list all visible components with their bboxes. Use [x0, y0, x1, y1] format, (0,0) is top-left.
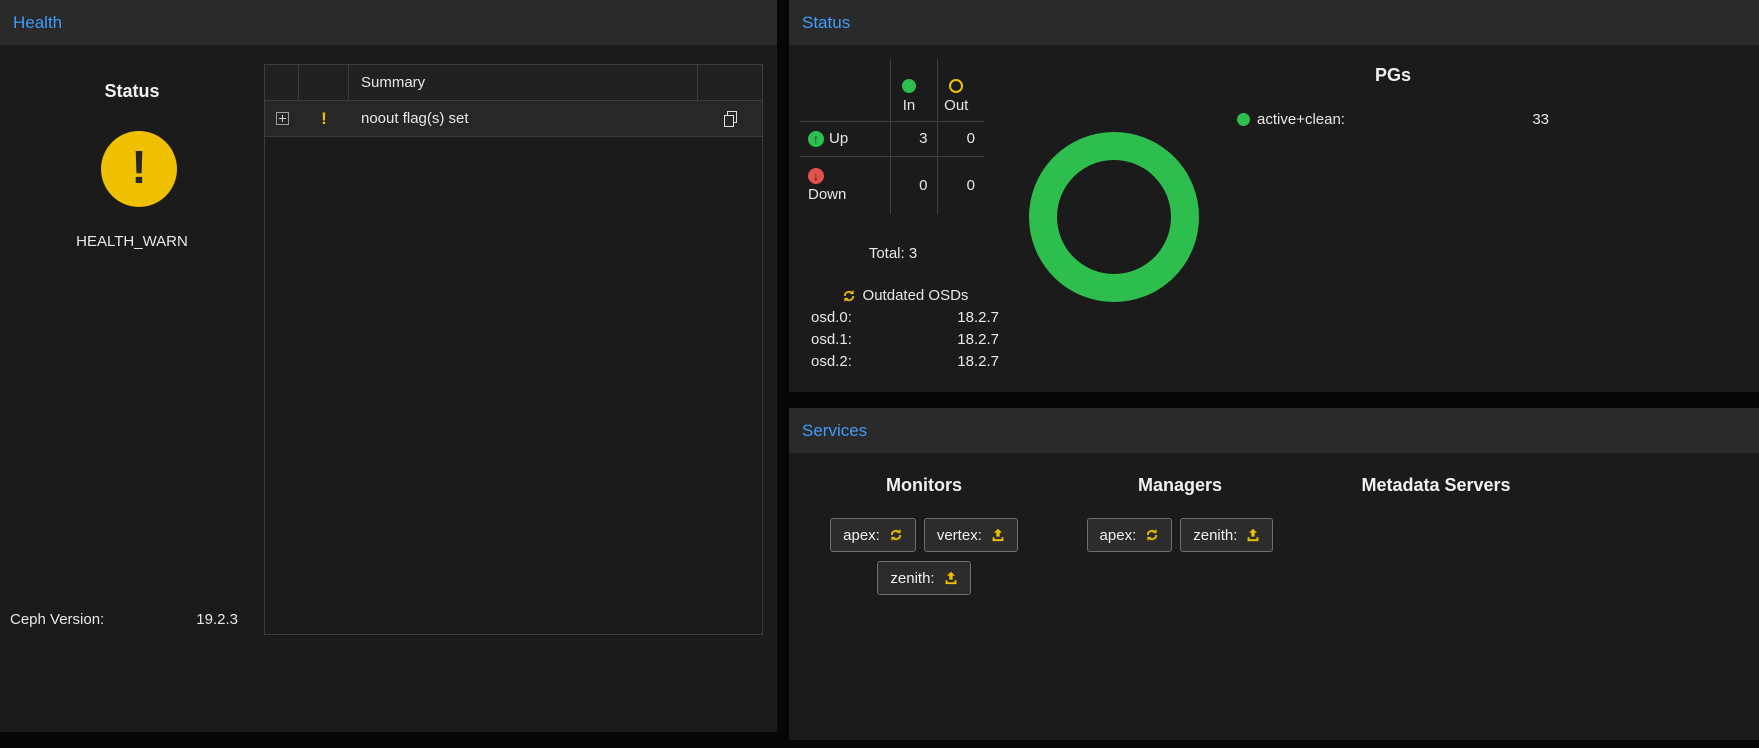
legend-label: active+clean: [1257, 111, 1345, 128]
refresh-icon [1145, 528, 1159, 542]
health-status-heading: Status [0, 81, 264, 102]
legend-value: 33 [1532, 111, 1549, 128]
health-issues-table: Summary [264, 64, 763, 635]
expand-column-header [265, 65, 299, 100]
up-arrow-icon [808, 131, 824, 147]
osd-down-out-count: 0 [937, 156, 984, 214]
refresh-icon [842, 289, 856, 303]
copy-icon [723, 111, 738, 127]
service-button-manager-apex[interactable]: apex: [1087, 518, 1173, 552]
expand-icon [276, 112, 289, 125]
osd-version: 18.2.7 [957, 351, 999, 373]
service-button-monitor-zenith[interactable]: zenith: [877, 561, 970, 595]
metadata-servers-group: Metadata Servers [1312, 475, 1560, 595]
metadata-servers-heading: Metadata Servers [1312, 475, 1560, 496]
monitors-group: Monitors apex: [800, 475, 1048, 595]
health-status-value: HEALTH_WARN [0, 233, 264, 250]
status-panel: Status In Out [789, 0, 1759, 392]
copy-button[interactable] [723, 111, 738, 127]
issue-summary-text: noout flag(s) set [349, 101, 698, 136]
outdated-osd-row: osd.0: 18.2.7 [811, 307, 999, 329]
status-panel-body: In Out Up [789, 45, 1759, 392]
services-panel-title: Services [802, 421, 867, 441]
issues-table-header: Summary [265, 65, 762, 101]
issue-row[interactable]: noout flag(s) set [265, 101, 762, 137]
matrix-corner-cell [800, 59, 890, 121]
service-button-monitor-apex[interactable]: apex: [830, 518, 916, 552]
services-panel-body: Monitors apex: [789, 453, 1759, 740]
upload-icon [944, 571, 958, 585]
health-panel-header: Health [0, 0, 777, 45]
up-row-label: Up [800, 121, 890, 156]
services-panel-header: Services [789, 408, 1759, 453]
service-name: apex: [843, 527, 880, 544]
service-button-monitor-vertex[interactable]: vertex: [924, 518, 1018, 552]
summary-column-header: Summary [349, 65, 698, 100]
service-name: zenith: [890, 570, 934, 587]
health-warning-circle-icon [101, 131, 177, 207]
upload-icon [991, 528, 1005, 542]
action-column-header [698, 65, 762, 100]
osd-name: osd.2: [811, 351, 852, 373]
ceph-version-value: 19.2.3 [196, 611, 238, 628]
severity-column-header [299, 65, 349, 100]
pgs-heading: PGs [1237, 65, 1549, 86]
status-panel-header: Status [789, 0, 1759, 45]
outdated-osd-row: osd.2: 18.2.7 [811, 351, 999, 373]
legend-dot-icon [1237, 113, 1250, 126]
health-panel: Health Status HEALTH_WARN Ceph Version: … [0, 0, 777, 732]
pgs-donut-chart [1029, 132, 1199, 302]
outdated-osd-row: osd.1: 18.2.7 [811, 329, 999, 351]
ceph-dashboard: Health Status HEALTH_WARN Ceph Version: … [0, 0, 1759, 748]
osd-version: 18.2.7 [957, 307, 999, 329]
out-ring-icon [949, 79, 963, 93]
down-row-label: Down [800, 156, 890, 214]
osd-down-in-count: 0 [890, 156, 937, 214]
osd-up-in-count: 3 [890, 121, 937, 156]
health-panel-body: Status HEALTH_WARN Ceph Version: 19.2.3 … [0, 45, 777, 732]
service-name: zenith: [1193, 527, 1237, 544]
ceph-version-row: Ceph Version: 19.2.3 [10, 611, 238, 628]
outdated-osds-block: Outdated OSDs osd.0: 18.2.7 osd.1: 18.2.… [811, 287, 999, 373]
warning-icon [321, 109, 327, 129]
managers-heading: Managers [1056, 475, 1304, 496]
service-button-manager-zenith[interactable]: zenith: [1180, 518, 1273, 552]
managers-group: Managers apex: [1056, 475, 1304, 595]
osd-version: 18.2.7 [957, 329, 999, 351]
services-panel: Services Monitors apex: [789, 408, 1759, 740]
ceph-version-label: Ceph Version: [10, 611, 104, 628]
osd-total: Total: 3 [800, 245, 986, 262]
upload-icon [1246, 528, 1260, 542]
refresh-icon [889, 528, 903, 542]
osd-name: osd.1: [811, 329, 852, 351]
status-panel-title: Status [802, 13, 850, 33]
monitors-heading: Monitors [800, 475, 1048, 496]
service-name: apex: [1100, 527, 1137, 544]
osd-in-out-matrix: In Out Up [800, 59, 984, 214]
down-arrow-icon [808, 168, 824, 184]
pgs-block: PGs active+clean: 33 [1237, 65, 1549, 128]
service-name: vertex: [937, 527, 982, 544]
outdated-osds-label: Outdated OSDs [811, 287, 999, 304]
health-panel-title: Health [13, 13, 62, 33]
in-dot-icon [902, 79, 916, 93]
in-column-header: In [890, 59, 937, 121]
pgs-legend-row: active+clean: 33 [1237, 111, 1549, 128]
out-column-header: Out [937, 59, 984, 121]
osd-up-out-count: 0 [937, 121, 984, 156]
expand-row-button[interactable] [276, 112, 289, 125]
osd-name: osd.0: [811, 307, 852, 329]
